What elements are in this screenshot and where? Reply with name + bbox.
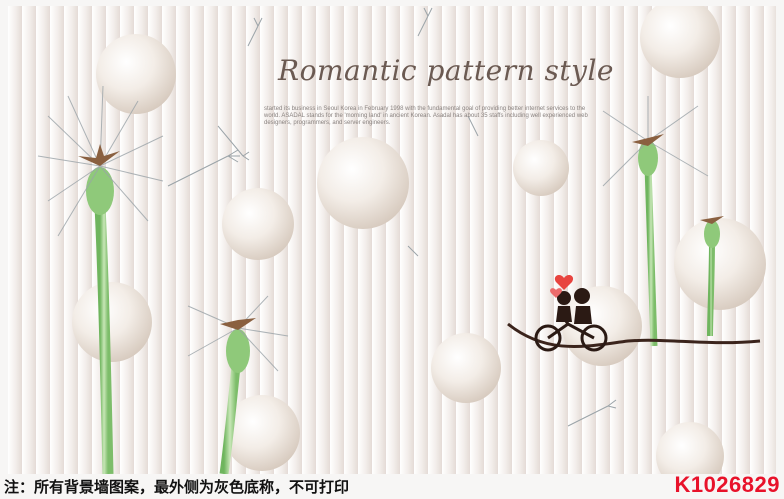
poster-title: Romantic pattern style <box>278 54 614 87</box>
pearl-sphere-icon <box>222 188 294 260</box>
pearl-sphere-icon <box>317 137 409 229</box>
wallpaper-preview: Romantic pattern style started its busin… <box>0 0 784 499</box>
mural-artwork: Romantic pattern style started its busin… <box>8 6 776 474</box>
pearl-sphere-icon <box>72 282 152 362</box>
footer-note: 注：所有背景墙图案，最外侧为灰色底称，不可打印 <box>4 478 350 496</box>
product-code: K1026829 <box>674 472 780 497</box>
poster-body-text: started its business in Seoul Korea in F… <box>264 106 588 126</box>
pearl-sphere-icon <box>431 333 501 403</box>
pearl-sphere-icon <box>674 218 766 310</box>
pearl-sphere-icon <box>96 34 176 114</box>
pearl-sphere-icon <box>513 140 569 196</box>
